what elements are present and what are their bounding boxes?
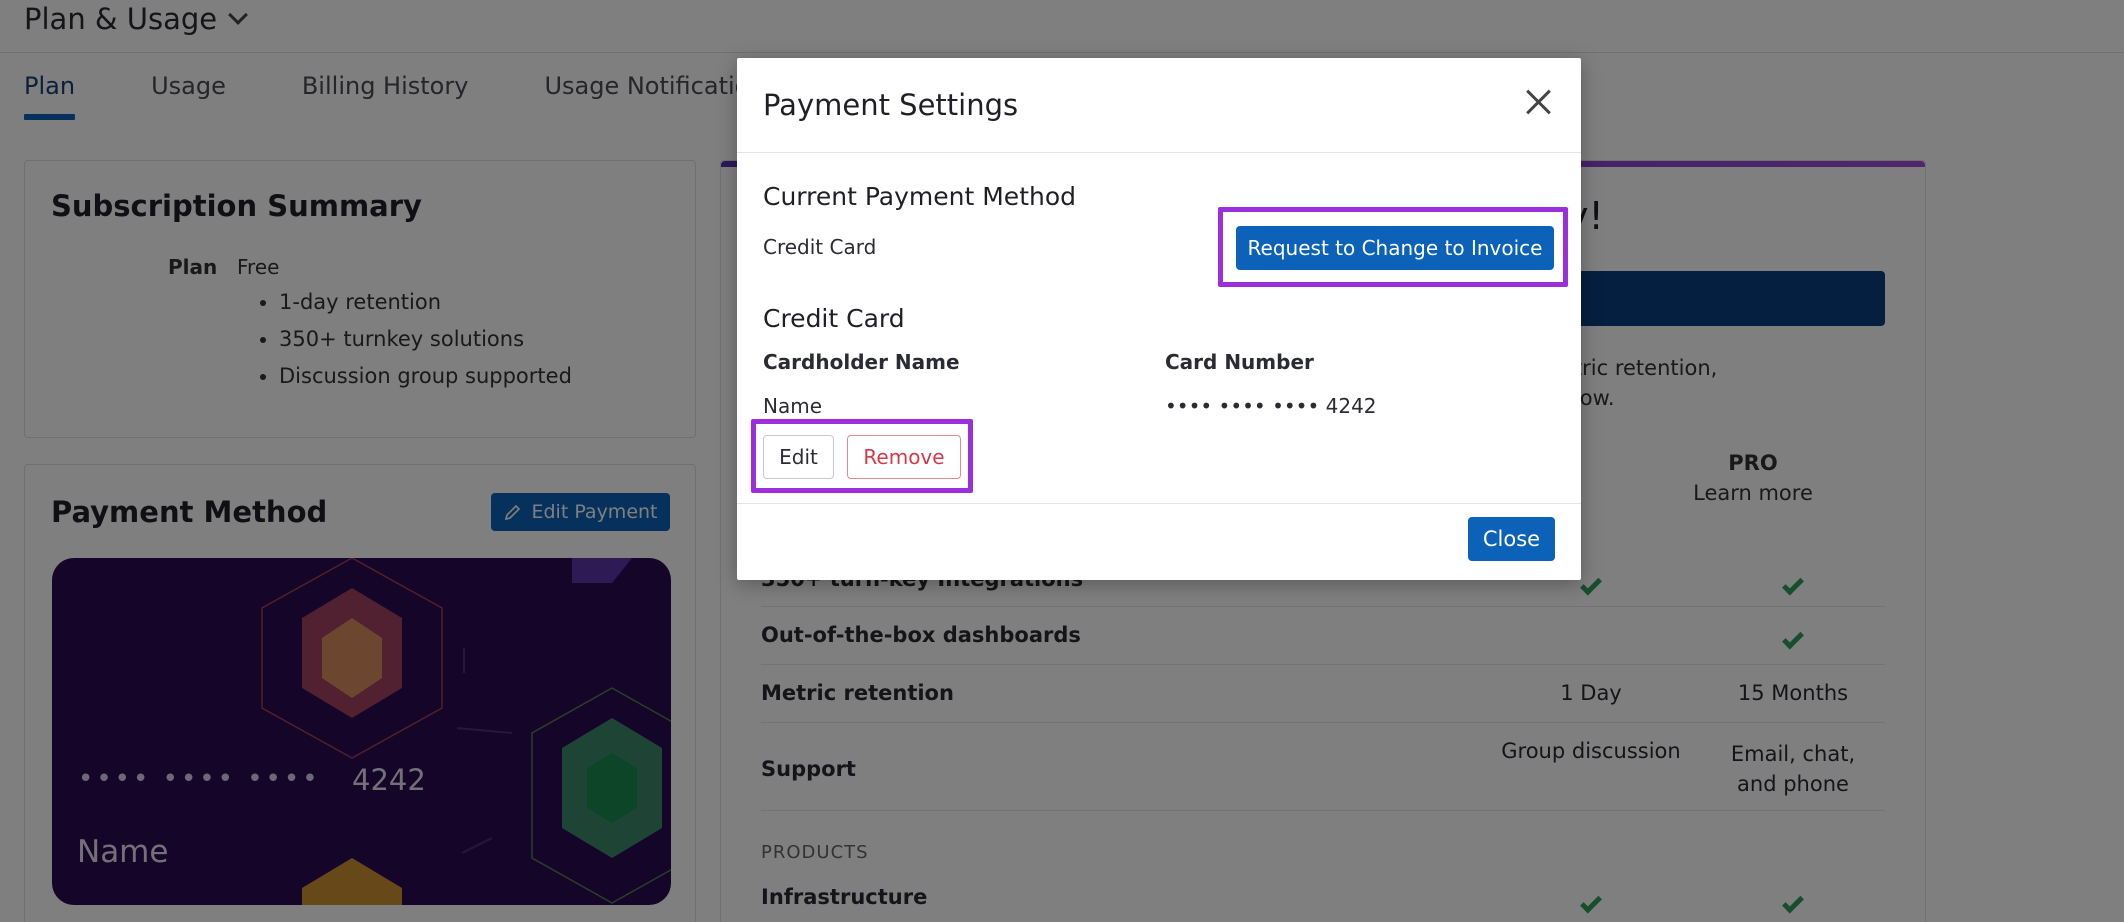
card-number-value: •••• •••• •••• 4242 bbox=[1165, 394, 1377, 418]
cardholder-name-label: Cardholder Name bbox=[763, 350, 960, 374]
payment-settings-modal: Payment Settings Current Payment Method … bbox=[737, 58, 1581, 580]
modal-footer-divider bbox=[737, 503, 1581, 504]
edit-card-button[interactable]: Edit bbox=[763, 435, 834, 479]
current-payment-method-value: Credit Card bbox=[763, 235, 877, 259]
close-button[interactable]: Close bbox=[1468, 517, 1555, 561]
modal-title: Payment Settings bbox=[763, 88, 1019, 122]
remove-card-button[interactable]: Remove bbox=[847, 435, 961, 479]
cardholder-name-value: Name bbox=[763, 394, 823, 418]
request-change-to-invoice-button[interactable]: Request to Change to Invoice bbox=[1236, 226, 1554, 270]
current-payment-method-title: Current Payment Method bbox=[763, 182, 1077, 211]
modal-header-divider bbox=[737, 152, 1581, 153]
close-icon[interactable] bbox=[1525, 88, 1553, 116]
card-number-label: Card Number bbox=[1165, 350, 1314, 374]
credit-card-section-title: Credit Card bbox=[763, 304, 905, 333]
